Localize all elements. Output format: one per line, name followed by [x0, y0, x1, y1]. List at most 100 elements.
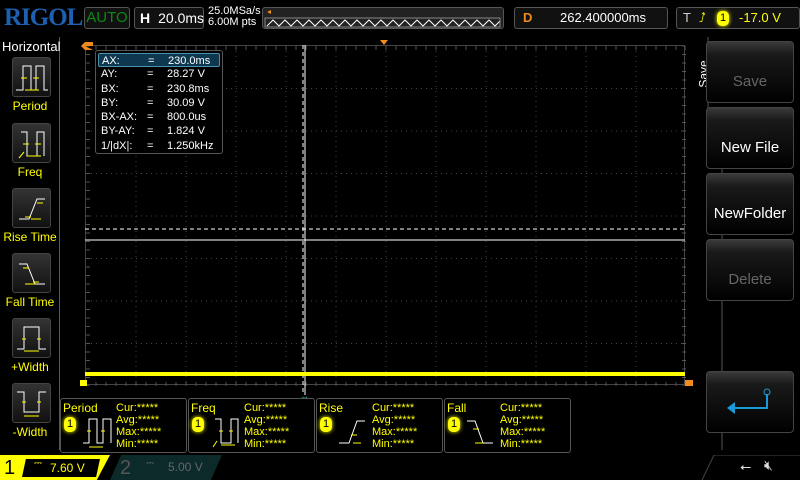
save-label: Save: [732, 73, 768, 90]
readout-value: 230.8ms: [167, 82, 210, 95]
period-icon: [16, 65, 48, 91]
measurement-avg: Avg:*****: [500, 414, 544, 426]
readout-name: BY-AY:: [101, 125, 135, 138]
dc-coupling-icon: ⎓: [34, 458, 42, 469]
new-folder-button[interactable]: NewFolder: [706, 173, 794, 235]
cursor-readout-row: BY: = 30.09 V: [98, 96, 220, 110]
timebase-value: 20.0ms: [158, 10, 205, 26]
cursor-readout-row: AX: = 230.0ms: [98, 53, 220, 68]
channel-2-scale: 5.00 V: [168, 460, 203, 474]
delay-marker-icon: [380, 40, 388, 45]
trigger-level: -17.0 V: [739, 10, 781, 25]
readout-name: AX:: [102, 55, 120, 67]
measurement-max: Max:*****: [500, 426, 546, 438]
rise-time-button[interactable]: [12, 188, 51, 228]
delete-label: Delete: [728, 271, 772, 288]
channel-1-scale-value: 7.60 V: [50, 461, 85, 475]
measurement-rise-icon: [339, 420, 365, 444]
measurement-freq[interactable]: Freq 1 Cur:***** Avg:***** Max:***** Min:**…: [188, 398, 315, 453]
rise-time-label: Rise Time: [3, 230, 57, 244]
measurement-min: Min:*****: [244, 438, 287, 450]
measurement-period-icon: [83, 418, 112, 448]
readout-value: 800.0us: [167, 111, 207, 124]
cursor-readout-row: AY: = 28.27 V: [98, 67, 220, 81]
freq-button[interactable]: [12, 123, 51, 163]
channel-2-number: 2: [120, 457, 132, 479]
waveform-overview: [262, 7, 504, 29]
return-arrow-icon: [727, 388, 771, 414]
horizontal-measure-menu: Horizontal Period Freq Rise Time Fall Ti…: [0, 37, 61, 450]
readout-equals: =: [147, 139, 154, 152]
readout-value: 1.824 V: [167, 125, 205, 138]
readout-value: 1.250kHz: [167, 139, 214, 152]
usb-icon: ⭠: [740, 458, 752, 474]
trigger-position-marker-icon: [81, 42, 93, 50]
measurement-source: 1: [64, 417, 76, 432]
timebase-display[interactable]: H 20.0ms: [134, 7, 204, 29]
freq-icon: [18, 131, 45, 159]
measurement-source: 1: [320, 417, 332, 432]
measurement-rise[interactable]: Rise 1 Cur:***** Avg:***** Max:***** Min:**…: [316, 398, 443, 453]
readout-value: 230.0ms: [168, 55, 211, 67]
channel-1-trace: [85, 372, 685, 376]
measurement-avg: Avg:*****: [116, 414, 160, 426]
new-folder-label: NewFolder: [713, 205, 787, 222]
delete-button[interactable]: Delete: [706, 239, 794, 301]
delay-display[interactable]: D 262.400000ms: [514, 7, 668, 29]
period-label: Period: [12, 99, 48, 113]
measurement-fall-icon: [467, 420, 493, 444]
speaker-muted-icon[interactable]: 🔇︎: [764, 457, 773, 474]
measurement-cur: Cur:*****: [116, 402, 159, 414]
readout-equals: =: [147, 82, 154, 95]
trigger-display[interactable]: T ⭜ 1 -17.0 V: [676, 7, 800, 29]
overview-wave-icon: [264, 10, 501, 28]
cursor-readout-row: BX: = 230.8ms: [98, 82, 220, 96]
fall-time-label: Fall Time: [5, 295, 55, 309]
back-button[interactable]: [706, 371, 794, 433]
measurement-period[interactable]: Period 1 Cur:***** Avg:***** Max:***** Min:…: [60, 398, 187, 453]
rise-time-icon: [19, 198, 45, 220]
negative-width-icon: [17, 391, 46, 417]
sample-info: 25.0MSa/s 6.00M pts: [208, 6, 261, 28]
negative-width-button[interactable]: [12, 383, 51, 423]
readout-name: AY:: [101, 68, 118, 81]
measurement-max: Max:*****: [244, 426, 290, 438]
measurement-cur: Cur:*****: [372, 402, 415, 414]
trigger-source: 1: [717, 11, 729, 26]
rigol-logo: RIGOL: [4, 4, 83, 31]
freq-label: Freq: [17, 165, 43, 179]
timebase-label: H: [140, 10, 151, 26]
new-file-label: New File: [720, 139, 780, 156]
dc-coupling-icon: ⎓: [146, 458, 154, 469]
readout-equals: =: [147, 111, 154, 124]
delay-label: D: [523, 10, 533, 25]
new-file-button[interactable]: New File: [706, 107, 794, 169]
measurement-min: Min:*****: [372, 438, 415, 450]
measurement-max: Max:*****: [116, 426, 162, 438]
positive-width-label: +Width: [11, 360, 49, 374]
period-button[interactable]: [12, 57, 51, 97]
measurement-fall[interactable]: Fall 1 Cur:***** Avg:***** Max:***** Min:**…: [444, 398, 571, 453]
channel-1-ground-marker-icon: [80, 380, 87, 386]
menu-title: Horizontal: [2, 39, 61, 54]
run-status-button[interactable]: AUTO: [84, 7, 130, 29]
positive-width-icon: [17, 326, 46, 352]
readout-name: BX-AX:: [101, 111, 138, 124]
readout-name: BY:: [101, 96, 119, 109]
readout-value: 30.09 V: [167, 96, 205, 109]
negative-width-label: -Width: [12, 425, 48, 439]
save-button[interactable]: Save: [706, 41, 794, 103]
fall-time-icon: [19, 263, 45, 285]
readout-equals: =: [147, 125, 154, 138]
readout-name: 1/|dX|:: [101, 139, 133, 152]
measurement-avg: Avg:*****: [372, 414, 416, 426]
readout-equals: =: [147, 68, 154, 81]
positive-width-button[interactable]: [12, 318, 51, 358]
measurement-source: 1: [448, 417, 460, 432]
cursor-readout: AX: = 230.0ms AY: = 28.27 V BX: = 230.8ms BY: = 30.…: [95, 50, 223, 154]
fall-time-button[interactable]: [12, 253, 51, 293]
measurement-cur: Cur:*****: [244, 402, 287, 414]
trigger-label: T: [683, 10, 691, 25]
readout-equals: =: [147, 96, 154, 109]
trigger-level-marker-icon: [685, 380, 693, 386]
